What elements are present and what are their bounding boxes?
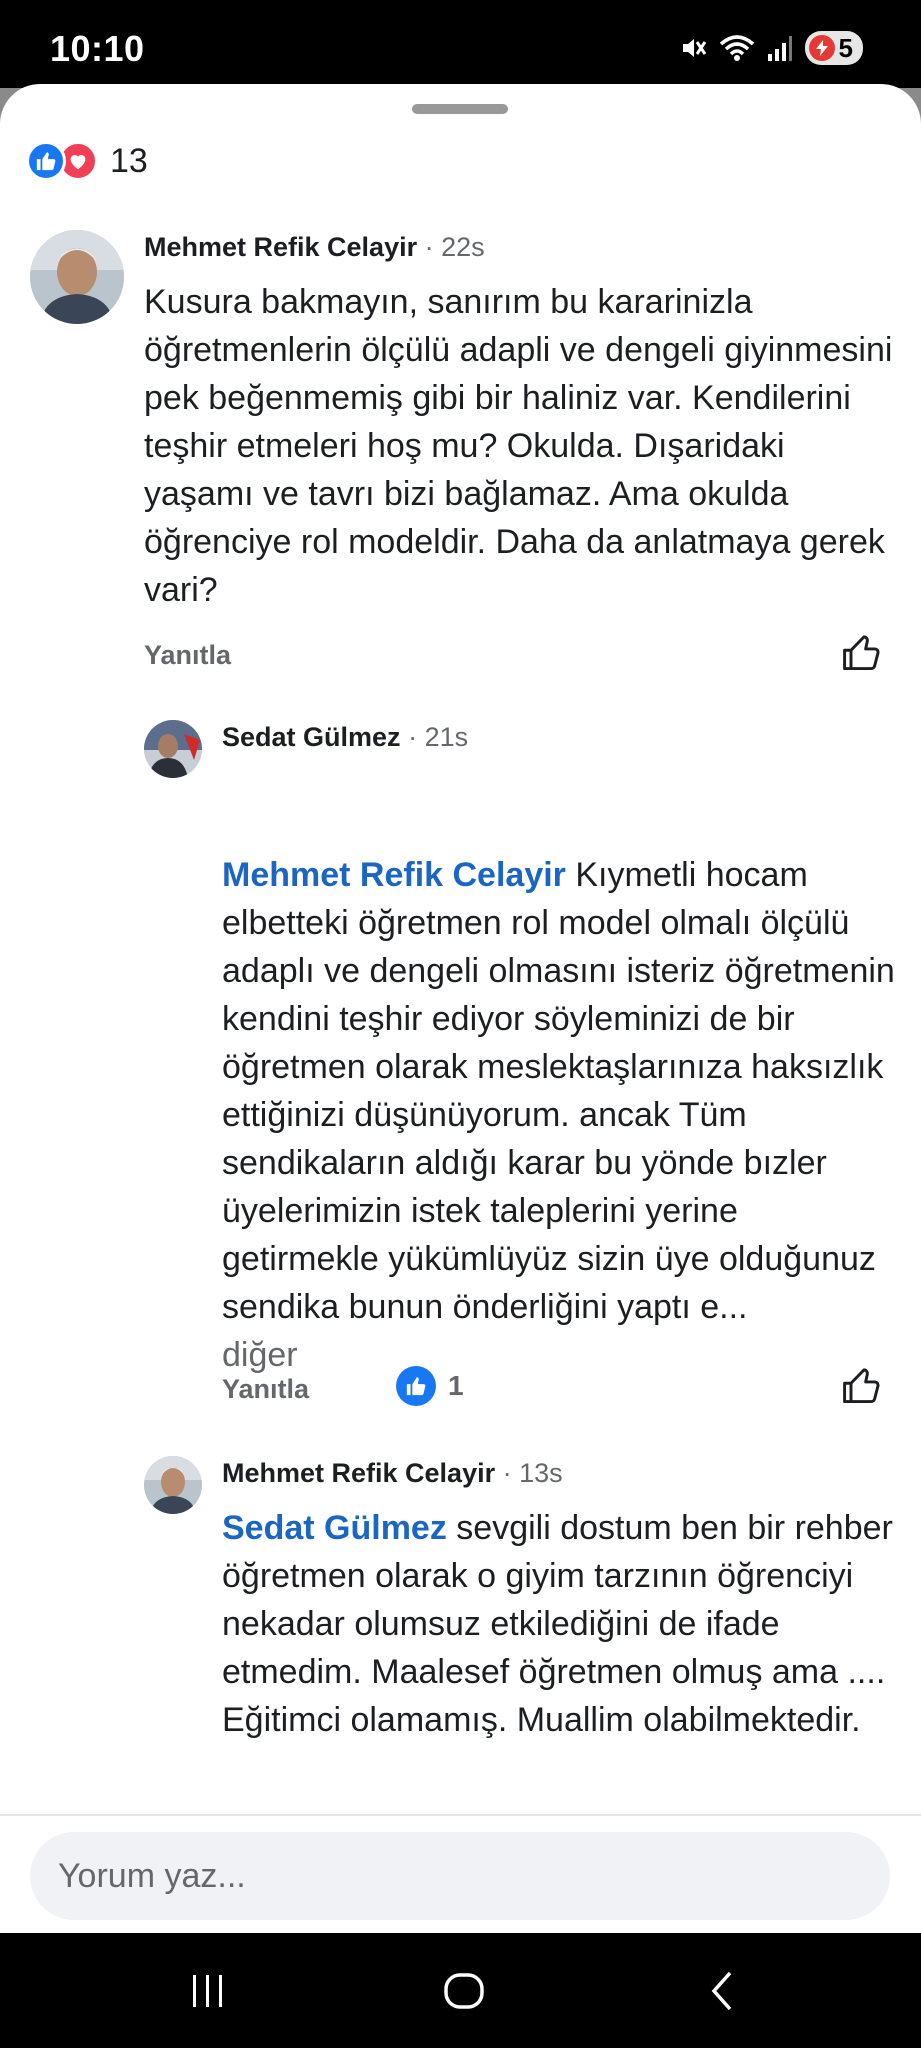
battery-icon: 5: [804, 31, 863, 65]
comment-author[interactable]: Mehmet Refik Celayir · 13s: [222, 1458, 563, 1489]
drag-handle[interactable]: [412, 104, 508, 114]
status-icons: 5: [679, 28, 863, 68]
battery-low-indicator: [808, 35, 835, 61]
recent-apps-icon[interactable]: [178, 1965, 238, 2017]
reply-button[interactable]: Yanıtla: [144, 640, 231, 671]
comment-time: · 21s: [408, 722, 469, 752]
comment-input[interactable]: [30, 1832, 890, 1920]
reply-button[interactable]: Yanıtla: [222, 1374, 309, 1405]
wifi-icon: [719, 35, 754, 61]
avatar[interactable]: [144, 1456, 202, 1514]
avatar[interactable]: [144, 720, 202, 778]
like-button-icon[interactable]: [840, 1364, 884, 1408]
status-bar: 10:10 5: [0, 0, 921, 88]
comment-author[interactable]: Mehmet Refik Celayir · 22s: [144, 232, 485, 263]
mute-icon: [682, 39, 706, 57]
comment-time: · 13s: [502, 1458, 563, 1488]
comments-sheet: 13 Mehmet Refik Celayir · 22s Kusura bak…: [0, 84, 921, 1933]
like-button-icon[interactable]: [840, 631, 884, 675]
see-more-link[interactable]: diğer: [222, 1336, 298, 1374]
like-summary[interactable]: 1: [396, 1366, 464, 1406]
status-time: 10:10: [50, 28, 145, 69]
reaction-count: 13: [110, 141, 148, 180]
comment-composer: [0, 1814, 921, 1933]
comment-body: Sedat Gülmez sevgili dostum ben bir rehb…: [222, 1509, 893, 1739]
comment-time: · 22s: [424, 232, 485, 262]
comment-body: Kusura bakmayın, sanırım bu kararinizla …: [144, 283, 893, 609]
comment-body: Mehmet Refik Celayir Kıymetli hocam elbe…: [222, 851, 904, 1379]
mention-link[interactable]: Mehmet Refik Celayir: [222, 856, 566, 894]
comment-author-name[interactable]: Sedat Gülmez: [222, 722, 401, 752]
comment-author[interactable]: Sedat Gülmez · 21s: [222, 722, 468, 753]
back-icon[interactable]: [692, 1965, 752, 2017]
system-nav-bar: [0, 1933, 921, 2048]
signal-icon: [767, 36, 792, 61]
battery-level: 5: [838, 32, 853, 63]
reaction-summary[interactable]: 13: [26, 134, 148, 188]
home-icon[interactable]: [434, 1965, 494, 2017]
mention-link[interactable]: Sedat Gülmez: [222, 1509, 447, 1547]
like-count: 1: [448, 1370, 464, 1401]
like-reaction-icon: [396, 1366, 436, 1406]
comment-author-name[interactable]: Mehmet Refik Celayir: [144, 232, 417, 262]
comment-author-name[interactable]: Mehmet Refik Celayir: [222, 1458, 495, 1488]
avatar[interactable]: [30, 230, 124, 324]
like-reaction-icon: [26, 141, 66, 181]
